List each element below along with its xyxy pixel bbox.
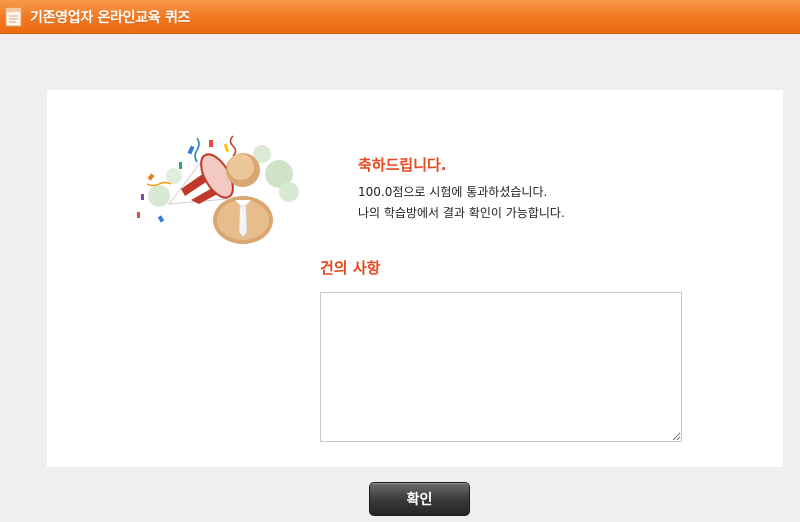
window-title: 기존영업자 온라인교육 퀴즈 (30, 10, 191, 26)
result-panel: 축하드립니다. 100.0점으로 시험에 통과하셨습니다. 나의 학습방에서 결… (47, 90, 783, 467)
score-message: 100.0점으로 시험에 통과하셨습니다. (358, 185, 548, 199)
celebration-person-icon (137, 135, 299, 244)
congratulations-heading: 축하드립니다. (358, 156, 447, 174)
suggestion-textarea[interactable] (320, 292, 682, 442)
document-icon (5, 7, 22, 27)
suggestion-heading: 건의 사항 (320, 259, 381, 277)
result-info-message: 나의 학습방에서 결과 확인이 가능합니다. (358, 206, 565, 220)
title-bar: 기존영업자 온라인교육 퀴즈 (0, 0, 800, 34)
confirm-button[interactable]: 확인 (369, 482, 470, 516)
